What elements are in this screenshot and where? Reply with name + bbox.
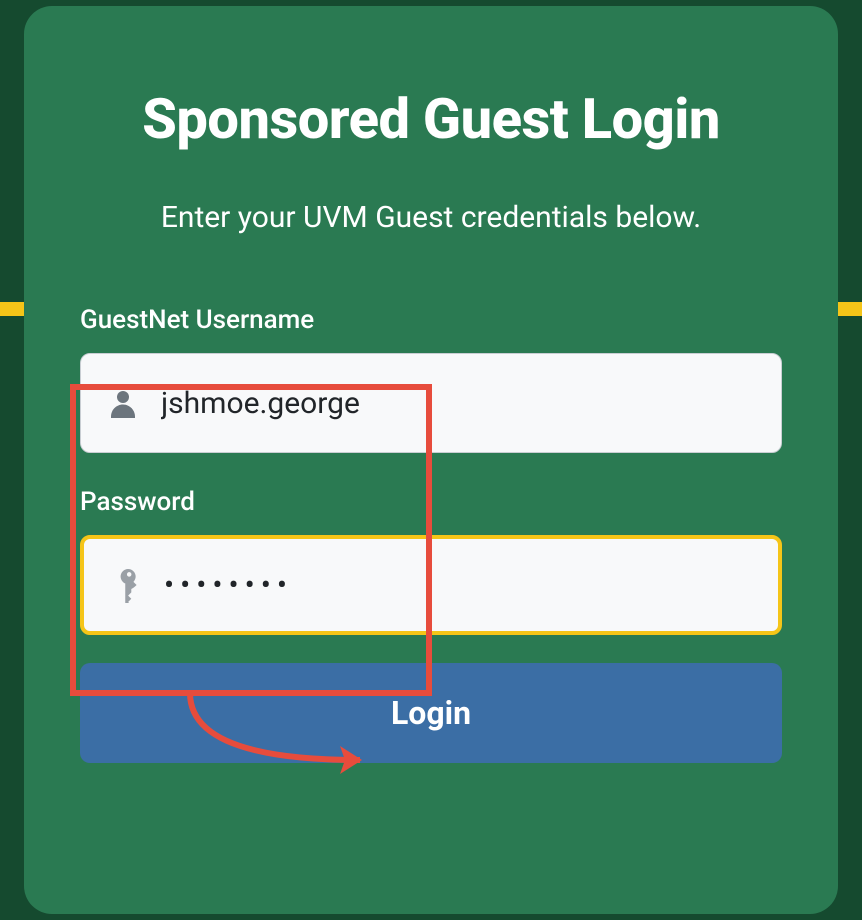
- login-card: Sponsored Guest Login Enter your UVM Gue…: [24, 6, 838, 914]
- key-icon: [108, 567, 144, 603]
- username-input[interactable]: [161, 386, 757, 421]
- user-icon: [105, 385, 141, 421]
- password-input[interactable]: [164, 568, 754, 603]
- password-label: Password: [80, 487, 782, 517]
- page-title: Sponsored Guest Login: [142, 86, 720, 152]
- login-form: GuestNet Username Password Login: [80, 305, 782, 763]
- username-label: GuestNet Username: [80, 305, 782, 335]
- password-input-wrap[interactable]: [80, 535, 782, 635]
- login-button[interactable]: Login: [80, 663, 782, 763]
- page-subtitle: Enter your UVM Guest credentials below.: [161, 200, 701, 235]
- username-input-wrap[interactable]: [80, 353, 782, 453]
